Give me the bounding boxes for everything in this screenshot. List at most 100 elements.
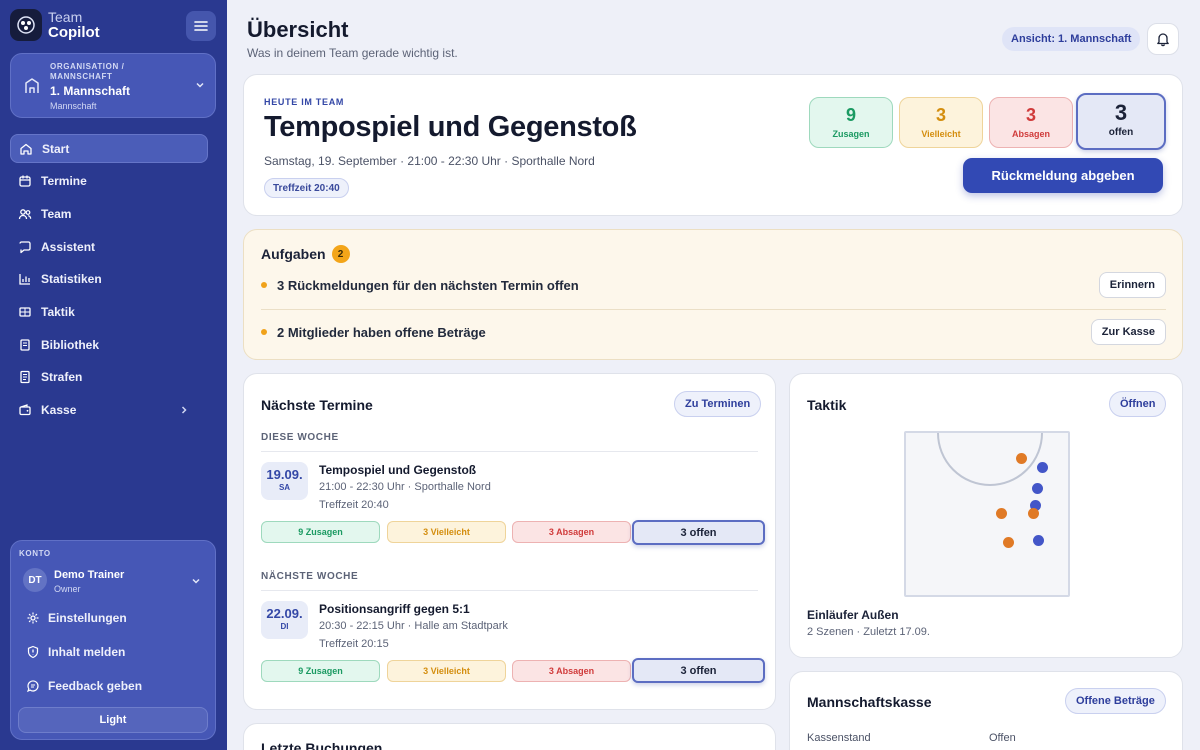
feedback-icon bbox=[26, 680, 39, 693]
nav-item-team[interactable]: Team bbox=[10, 199, 208, 228]
nav-item-bibliothek[interactable]: Bibliothek bbox=[10, 330, 208, 359]
defender-marker bbox=[1032, 483, 1043, 494]
event-no-button[interactable]: 3 Absagen bbox=[512, 521, 631, 543]
theme-toggle-button[interactable]: Light bbox=[18, 707, 208, 733]
event-maybe-button[interactable]: 3 Vielleicht bbox=[387, 521, 506, 543]
divider bbox=[261, 590, 758, 591]
stat-open-count: 3 bbox=[1114, 100, 1128, 125]
stat-no[interactable]: 3 Absagen bbox=[989, 97, 1073, 148]
team-cash-card: Mannschaftskasse Offene Beträge Kassenst… bbox=[789, 671, 1183, 750]
tactic-title: Taktik bbox=[807, 397, 847, 413]
event-open-button[interactable]: 3 offen bbox=[632, 520, 765, 545]
gear-icon bbox=[27, 612, 39, 624]
view-selector[interactable]: Ansicht: 1. Mannschaft bbox=[1002, 27, 1141, 51]
event-date-box: 22.09. DI bbox=[261, 601, 308, 639]
event-maybe-button[interactable]: 3 Vielleicht bbox=[387, 660, 506, 682]
stat-open[interactable]: 3 offen bbox=[1076, 93, 1166, 150]
brand-line2: Copilot bbox=[48, 24, 100, 41]
event-date: 22.09. bbox=[266, 606, 303, 621]
org-switcher[interactable]: ORGANISATION / MANNSCHAFT 1. Mannschaft … bbox=[10, 53, 216, 118]
settings-link[interactable]: Einstellungen bbox=[26, 611, 127, 625]
brand[interactable]: Team Copilot bbox=[10, 9, 100, 41]
shield-alert-icon bbox=[27, 645, 39, 659]
stat-maybe-count: 3 bbox=[935, 105, 946, 125]
report-content-link[interactable]: Inhalt melden bbox=[26, 645, 125, 659]
respond-button[interactable]: Rückmeldung abgeben bbox=[963, 158, 1163, 193]
account-name[interactable]: Demo Trainer bbox=[54, 569, 124, 581]
stat-maybe[interactable]: 3 Vielleicht bbox=[899, 97, 983, 148]
upcoming-events-card: Nächste Termine Zu Terminen DIESE WOCHE … bbox=[243, 373, 776, 710]
stat-open-label: offen bbox=[1108, 127, 1134, 138]
section-label: NÄCHSTE WOCHE bbox=[261, 571, 359, 582]
event-yes-button[interactable]: 9 Zusagen bbox=[261, 660, 380, 682]
tasks-count-badge: 2 bbox=[331, 245, 350, 263]
nav-label: Team bbox=[41, 206, 72, 221]
hamburger-icon bbox=[194, 21, 208, 31]
event-no-button[interactable]: 3 Absagen bbox=[512, 660, 631, 682]
nav-item-strafen[interactable]: Strafen bbox=[10, 363, 208, 392]
defender-marker bbox=[1037, 462, 1048, 473]
report-label: Inhalt melden bbox=[48, 645, 126, 659]
section-label: DIESE WOCHE bbox=[261, 432, 339, 443]
recent-bookings-card: Letzte Buchungen bbox=[243, 723, 776, 750]
book-icon bbox=[20, 338, 30, 351]
task-bullet bbox=[261, 329, 267, 335]
org-subtitle: Mannschaft bbox=[50, 101, 97, 111]
event-yes-button[interactable]: 9 Zusagen bbox=[261, 521, 380, 543]
attacker-marker bbox=[1028, 508, 1039, 519]
chart-icon bbox=[19, 274, 30, 285]
account-eyebrow: KONTO bbox=[19, 549, 51, 558]
document-icon bbox=[20, 371, 30, 384]
notifications-button[interactable] bbox=[1147, 23, 1179, 55]
nav-label: Assistent bbox=[41, 239, 96, 254]
task-item: 2 Mitglieder haben offene Beträge Zur Ka… bbox=[261, 309, 1166, 355]
event-title[interactable]: Tempospiel und Gegenstoß bbox=[319, 463, 476, 477]
remind-button[interactable]: Erinnern bbox=[1098, 272, 1166, 298]
settings-label: Einstellungen bbox=[48, 611, 127, 625]
cash-balance-label: Kassenstand bbox=[807, 732, 871, 744]
avatar[interactable]: DT bbox=[23, 568, 47, 592]
page-subtitle: Was in deinem Team gerade wichtig ist. bbox=[247, 46, 458, 60]
chevron-down-icon[interactable] bbox=[191, 576, 201, 586]
brand-line1: Team bbox=[48, 9, 83, 25]
event-date: 19.09. bbox=[266, 467, 303, 482]
nav-item-statistiken[interactable]: Statistiken bbox=[10, 265, 208, 294]
bookings-title: Letzte Buchungen bbox=[261, 740, 383, 750]
users-icon bbox=[18, 209, 32, 219]
nav-item-termine[interactable]: Termine bbox=[10, 167, 208, 196]
cash-open-label: Offen bbox=[989, 732, 1016, 744]
today-card: HEUTE IM TEAM Tempospiel und Gegenstoß S… bbox=[243, 74, 1183, 216]
event-time: 20:30 - 22:15 Uhr · Halle am Stadtpark bbox=[319, 620, 508, 632]
nav-label: Strafen bbox=[41, 370, 83, 385]
open-amounts-button[interactable]: Offene Beträge bbox=[1065, 688, 1166, 714]
main-nav: Start Termine Team Assistent Statistiken… bbox=[10, 134, 208, 428]
bell-icon bbox=[1157, 33, 1169, 47]
org-name: 1. Mannschaft bbox=[50, 84, 131, 98]
feedback-link[interactable]: Feedback geben bbox=[26, 679, 142, 693]
today-event-title[interactable]: Tempospiel und Gegenstoß bbox=[264, 111, 637, 144]
menu-toggle-button[interactable] bbox=[186, 11, 216, 41]
sidebar: Team Copilot ORGANISATION / MANNSCHAFT 1… bbox=[0, 0, 227, 750]
nav-item-taktik[interactable]: Taktik bbox=[10, 297, 208, 326]
account-panel: KONTO DT Demo Trainer Owner Einstellunge… bbox=[10, 540, 216, 740]
open-tactic-button[interactable]: Öffnen bbox=[1109, 391, 1167, 417]
event-title[interactable]: Positionsangriff gegen 5:1 bbox=[319, 602, 470, 616]
stat-yes[interactable]: 9 Zusagen bbox=[809, 97, 893, 148]
events-title: Nächste Termine bbox=[261, 397, 373, 413]
to-cash-button[interactable]: Zur Kasse bbox=[1090, 319, 1166, 345]
event-open-button[interactable]: 3 offen bbox=[632, 658, 765, 683]
nav-item-start[interactable]: Start bbox=[10, 134, 208, 163]
page-title: Übersicht bbox=[247, 17, 349, 42]
to-events-button[interactable]: Zu Terminen bbox=[674, 391, 762, 417]
task-bullet bbox=[261, 282, 267, 288]
nav-item-assistent[interactable]: Assistent bbox=[10, 232, 208, 261]
tactic-meta: 2 Szenen · Zuletzt 17.09. bbox=[807, 626, 930, 638]
nav-label: Bibliothek bbox=[41, 337, 100, 352]
feedback-label: Feedback geben bbox=[48, 679, 143, 693]
nav-item-kasse[interactable]: Kasse bbox=[10, 396, 208, 425]
calendar-icon bbox=[19, 175, 31, 187]
tactic-name[interactable]: Einläufer Außen bbox=[807, 608, 899, 622]
tactic-board[interactable] bbox=[904, 431, 1070, 597]
tasks-card: Aufgaben 2 3 Rückmeldungen für den nächs… bbox=[243, 229, 1183, 360]
logo-icon bbox=[10, 9, 42, 41]
